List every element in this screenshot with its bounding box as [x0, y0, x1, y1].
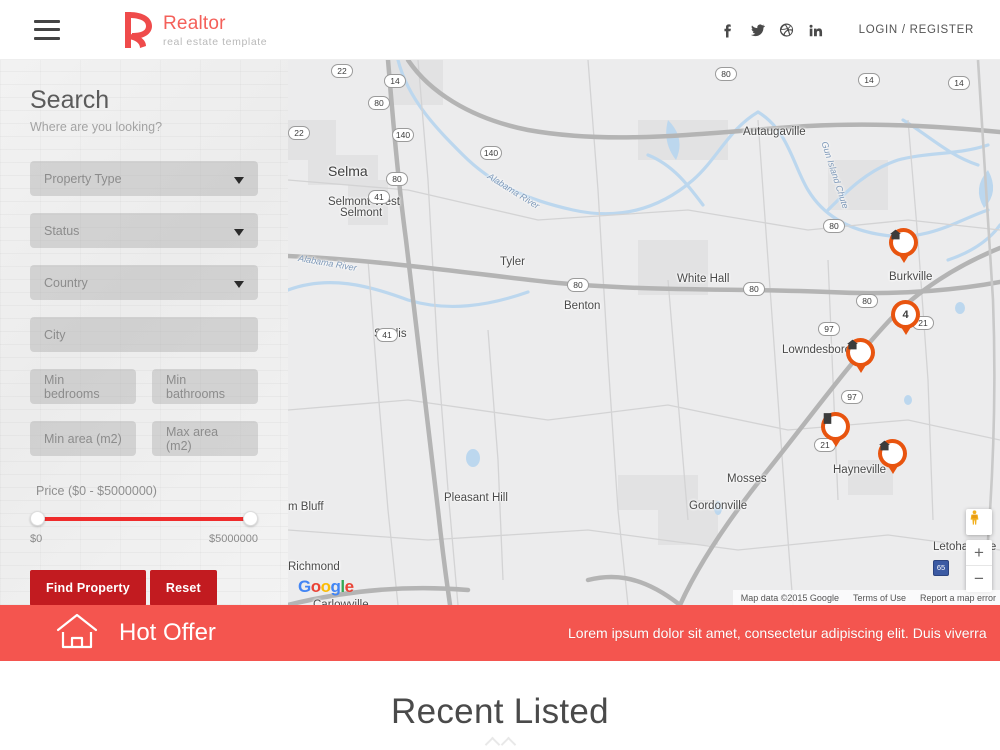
highway-shield-icon: 41	[376, 328, 398, 342]
map-marker-property[interactable]	[878, 439, 907, 474]
slider-handle-min[interactable]	[30, 511, 45, 526]
map-marker-property[interactable]	[821, 412, 850, 447]
search-sidebar: Search Where are you looking? Property T…	[0, 60, 288, 606]
highway-shield-icon: 97	[818, 322, 840, 336]
brand-subtitle: real estate template	[163, 35, 268, 48]
highway-shield-icon: 41	[368, 190, 390, 204]
highway-shield-icon: 80	[715, 67, 737, 81]
map-marker-property[interactable]	[846, 338, 875, 373]
house-icon	[847, 339, 871, 363]
zoom-out-button[interactable]: −	[966, 566, 992, 592]
city-input[interactable]: City	[30, 317, 258, 352]
highway-shield-icon: 14	[858, 73, 880, 87]
facebook-icon[interactable]	[721, 22, 736, 38]
bedroom-bathroom-row: Min bedrooms Min bathrooms	[30, 369, 258, 404]
linkedin-icon[interactable]	[808, 22, 823, 38]
cluster-count-label: 4	[895, 304, 916, 325]
interstate-65-shield-icon: 65	[933, 560, 949, 576]
slider-track	[36, 517, 252, 521]
hot-offer-title: Hot Offer	[119, 619, 216, 646]
section-ornament-icon	[484, 736, 516, 750]
price-min-label: $0	[30, 533, 43, 545]
map-data-credit: Map data ©2015 Google	[740, 592, 839, 603]
price-range-label: Price ($0 - $5000000)	[36, 484, 157, 498]
property-type-value: Property Type	[44, 171, 122, 186]
country-select[interactable]: Country	[30, 265, 258, 300]
min-bedrooms-input[interactable]: Min bedrooms	[30, 369, 136, 404]
twitter-icon[interactable]	[750, 22, 765, 38]
highway-shield-icon: 14	[384, 74, 406, 88]
search-title: Search	[30, 86, 110, 114]
brand-title: Realtor	[163, 13, 226, 35]
highway-shield-icon: 14	[948, 76, 970, 90]
map-zoom-controls[interactable]: + −	[966, 540, 992, 592]
status-select[interactable]: Status	[30, 213, 258, 248]
min-area-value: Min area (m2)	[44, 431, 122, 446]
recent-listed-title: Recent Listed	[391, 692, 609, 731]
highway-shield-icon: 80	[567, 278, 589, 292]
price-range-slider[interactable]	[30, 511, 258, 527]
highway-shield-icon: 140	[480, 146, 502, 160]
min-area-input[interactable]: Min area (m2)	[30, 421, 136, 456]
max-area-value: Max area (m2)	[166, 424, 219, 453]
report-map-error-link[interactable]: Report a map error	[920, 593, 996, 603]
search-subtitle: Where are you looking?	[30, 120, 163, 134]
min-bathrooms-value: Min bathrooms	[166, 372, 226, 401]
street-view-pegman-icon[interactable]	[966, 509, 992, 535]
site-header: Realtor real estate template LOGIN / REG…	[0, 0, 1000, 60]
hot-offer-banner: Hot Offer Lorem ipsum dolor sit amet, co…	[0, 605, 1000, 661]
slider-endpoints: $0 $5000000	[30, 533, 258, 545]
find-property-button[interactable]: Find Property	[30, 570, 146, 606]
zoom-in-button[interactable]: +	[966, 540, 992, 566]
login-register-link[interactable]: LOGIN / REGISTER	[859, 24, 974, 36]
social-links	[721, 22, 823, 38]
slider-handle-max[interactable]	[243, 511, 258, 526]
highway-shield-icon: 97	[841, 390, 863, 404]
hot-offer-text: Lorem ipsum dolor sit amet, consectetur …	[568, 625, 987, 641]
highway-shield-icon: 140	[392, 128, 414, 142]
city-value: City	[44, 327, 66, 342]
reset-button[interactable]: Reset	[149, 570, 217, 606]
area-row: Min area (m2) Max area (m2)	[30, 421, 258, 456]
page-root: Realtor real estate template LOGIN / REG…	[0, 0, 1000, 750]
map-marker-property[interactable]	[889, 228, 918, 263]
terms-of-use-link[interactable]: Terms of Use	[853, 593, 906, 603]
dribbble-icon[interactable]	[779, 22, 794, 38]
map-area[interactable]: SelmaSelmont-WestSelmontTylerBentonSardi…	[288, 60, 1000, 605]
status-value: Status	[44, 223, 80, 238]
map-attribution: Map data ©2015 Google Terms of Use Repor…	[732, 590, 1000, 605]
property-type-select[interactable]: Property Type	[30, 161, 258, 196]
map-marker-cluster[interactable]: 4	[891, 300, 920, 335]
highway-shield-icon: 80	[743, 282, 765, 296]
highway-shield-icon: 22	[331, 64, 353, 78]
realtor-r-icon	[125, 11, 152, 48]
highway-shield-icon: 80	[823, 219, 845, 233]
highway-shield-icon: 80	[368, 96, 390, 110]
building-icon	[823, 413, 846, 437]
highway-shield-icon: 80	[386, 172, 408, 186]
min-bathrooms-input[interactable]: Min bathrooms	[152, 369, 258, 404]
highway-shield-icon: 22	[288, 126, 310, 140]
max-area-input[interactable]: Max area (m2)	[152, 421, 258, 456]
min-bedrooms-value: Min bedrooms	[44, 372, 100, 401]
recent-listed-section: Recent Listed	[0, 661, 1000, 750]
house-outline-icon	[55, 612, 99, 655]
house-icon	[879, 440, 903, 464]
header-right: LOGIN / REGISTER	[721, 22, 974, 38]
country-value: Country	[44, 275, 88, 290]
hot-offer-left: Hot Offer	[55, 612, 216, 655]
house-icon	[890, 229, 914, 253]
highway-shield-icon: 80	[856, 294, 878, 308]
search-buttons: Find Property Reset	[30, 570, 258, 606]
brand-logo[interactable]: Realtor real estate template	[116, 8, 267, 52]
google-logo: Google	[298, 577, 354, 596]
hamburger-icon[interactable]	[34, 19, 60, 40]
price-max-label: $5000000	[209, 533, 258, 545]
